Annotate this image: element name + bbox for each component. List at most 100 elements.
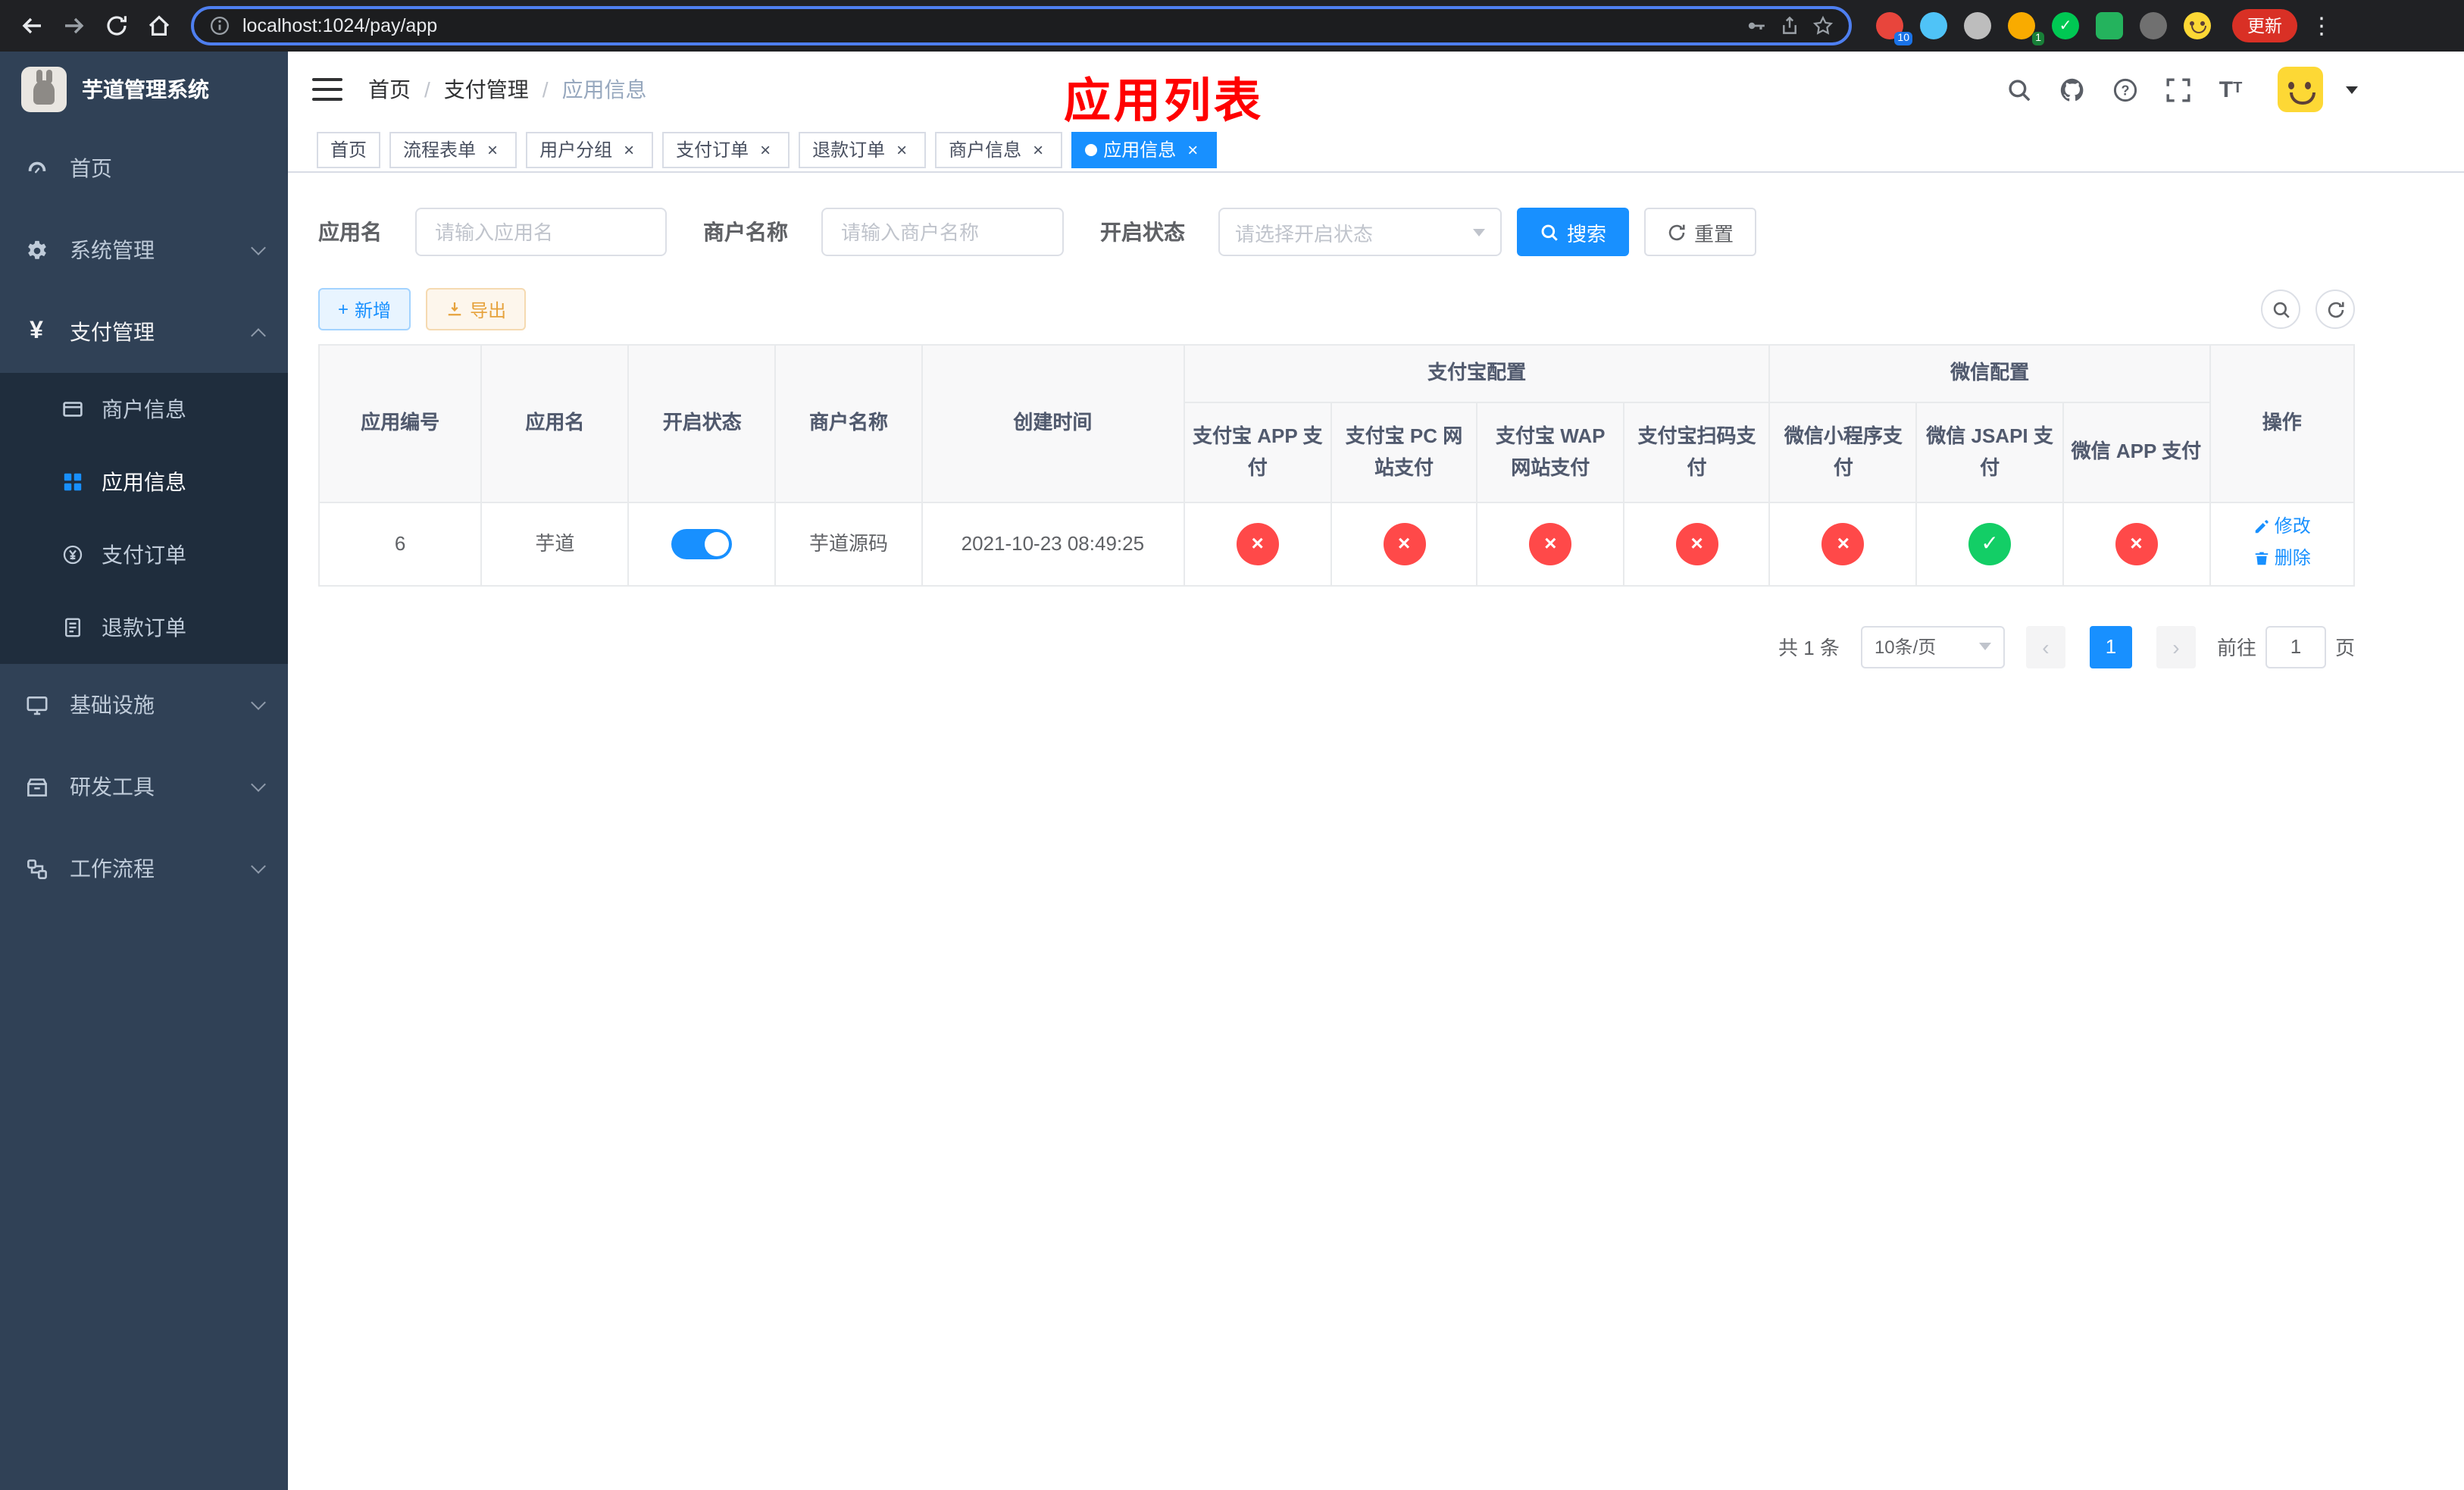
forward-icon[interactable] — [55, 6, 94, 45]
column-header: 支付宝扫码支付 — [1623, 402, 1771, 503]
page-size-select[interactable]: 10条/页 — [1860, 625, 2005, 668]
extension-emoji-icon[interactable] — [2184, 12, 2211, 39]
tab-home[interactable]: 首页 — [317, 131, 381, 167]
yen-icon: ¥ — [30, 318, 43, 344]
url-text: localhost:1024/pay/app — [242, 15, 438, 36]
extension-puzzle-icon[interactable] — [2140, 12, 2167, 39]
breadcrumb: 首页 / 支付管理 / 应用信息 — [368, 74, 647, 105]
fullscreen-icon[interactable] — [2162, 74, 2193, 105]
home-icon[interactable] — [139, 6, 179, 45]
search-icon[interactable] — [2003, 74, 2034, 105]
extension-check-icon[interactable]: ✓ — [2052, 12, 2079, 39]
address-bar[interactable]: localhost:1024/pay/app — [191, 6, 1852, 45]
goto-page-input[interactable] — [2265, 625, 2326, 668]
close-icon[interactable]: × — [1182, 139, 1203, 160]
sidebar-item-workflow[interactable]: 工作流程 — [0, 828, 288, 909]
export-button[interactable]: 导出 — [426, 288, 527, 330]
column-header: 微信 APP 支付 — [2062, 402, 2211, 503]
extension-icon[interactable] — [2096, 12, 2123, 39]
chevron-down-icon — [251, 777, 266, 792]
breadcrumb-payment[interactable]: 支付管理 — [444, 74, 529, 105]
close-icon[interactable]: × — [618, 139, 639, 160]
column-header: 应用名 — [480, 344, 630, 503]
tab-merchant-info[interactable]: 商户信息 × — [935, 131, 1063, 167]
toggle-search-button[interactable] — [2261, 290, 2300, 329]
share-icon[interactable] — [1779, 15, 1800, 36]
chevron-up-icon — [251, 327, 266, 343]
github-icon[interactable] — [2056, 74, 2087, 105]
tab-refund-orders[interactable]: 退款订单 × — [799, 131, 927, 167]
navbar-actions: ? TT — [2003, 67, 2358, 112]
refresh-table-button[interactable] — [2315, 290, 2355, 329]
app-name-input[interactable] — [415, 208, 667, 256]
close-icon[interactable]: × — [482, 139, 503, 160]
status-cross-icon: × — [1529, 522, 1572, 565]
help-icon[interactable]: ? — [2109, 74, 2140, 105]
close-icon[interactable]: × — [1027, 139, 1049, 160]
breadcrumb-home[interactable]: 首页 — [368, 74, 411, 105]
prev-page-button[interactable]: ‹ — [2025, 625, 2065, 668]
user-menu-caret-icon[interactable] — [2346, 86, 2358, 93]
dashboard-icon — [24, 156, 48, 180]
reload-icon[interactable] — [97, 6, 136, 45]
sidebar-item-infrastructure[interactable]: 基础设施 — [0, 664, 288, 746]
password-key-icon[interactable] — [1746, 15, 1767, 36]
extension-icon[interactable]: 10 — [1876, 12, 1912, 45]
extension-icon[interactable] — [1964, 12, 1991, 39]
merchant-name-input[interactable] — [821, 208, 1064, 256]
document-icon — [61, 616, 83, 639]
status-cross-icon: × — [1383, 522, 1425, 565]
status-select[interactable]: 请选择开启状态 — [1218, 208, 1502, 256]
extensions-area: 10 1 ✓ — [1876, 12, 2211, 45]
search-button[interactable]: 搜索 — [1517, 208, 1630, 256]
breadcrumb-current: 应用信息 — [561, 77, 647, 102]
sidebar-item-app-info[interactable]: 应用信息 — [0, 446, 288, 518]
monitor-icon — [24, 693, 48, 717]
delete-link[interactable]: 删除 — [2253, 544, 2311, 572]
sidebar-item-home[interactable]: 首页 — [0, 127, 288, 209]
tab-process-form[interactable]: 流程表单 × — [389, 131, 518, 167]
sidebar-item-dev-tools[interactable]: 研发工具 — [0, 746, 288, 828]
tab-app-info[interactable]: 应用信息 × — [1071, 131, 1218, 167]
goto-unit: 页 — [2334, 637, 2355, 660]
extension-icon[interactable] — [1920, 12, 1947, 39]
sidebar: 芋道管理系统 首页 系统管理 ¥ 支付管理 商户信息 应用信息 支付订单 退款订… — [0, 52, 288, 1490]
add-button[interactable]: + 新增 — [318, 288, 411, 330]
yen-circle-icon — [61, 543, 83, 566]
browser-menu-icon[interactable]: ⋮ — [2306, 12, 2337, 39]
tab-user-group[interactable]: 用户分组 × — [526, 131, 654, 167]
profile-avatar-icon[interactable]: 1 — [2008, 12, 2044, 45]
search-icon — [1541, 224, 1558, 240]
sidebar-item-system[interactable]: 系统管理 — [0, 209, 288, 291]
font-size-icon[interactable]: TT — [2215, 74, 2246, 105]
chrome-update-button[interactable]: 更新 — [2232, 9, 2297, 42]
status-toggle[interactable] — [671, 529, 733, 560]
sidebar-item-refund-orders[interactable]: 退款订单 — [0, 591, 288, 664]
next-page-button[interactable]: › — [2156, 625, 2196, 668]
info-icon[interactable] — [209, 15, 230, 36]
user-avatar[interactable] — [2278, 67, 2323, 112]
status-cross-icon: × — [1821, 522, 1865, 565]
back-icon[interactable] — [12, 6, 52, 45]
edit-link[interactable]: 修改 — [2253, 512, 2311, 540]
tab-pay-orders[interactable]: 支付订单 × — [662, 131, 790, 167]
close-icon[interactable]: × — [755, 139, 776, 160]
active-dot — [1085, 143, 1098, 155]
browser-toolbar: localhost:1024/pay/app 10 1 ✓ 更新 ⋮ — [0, 0, 2464, 52]
group-header-wechat: 微信配置 — [1768, 344, 2211, 403]
chevron-down-icon — [1473, 228, 1485, 236]
app-logo[interactable]: 芋道管理系统 — [0, 52, 288, 127]
grid-icon — [61, 471, 83, 493]
reset-button[interactable]: 重置 — [1644, 208, 1757, 256]
bookmark-star-icon[interactable] — [1812, 15, 1834, 36]
sidebar-item-label: 商户信息 — [102, 397, 186, 421]
sidebar-item-pay-orders[interactable]: 支付订单 — [0, 518, 288, 591]
collapse-sidebar-icon[interactable] — [312, 77, 342, 102]
status-check-icon: ✓ — [1968, 522, 2012, 565]
sidebar-item-payment[interactable]: ¥ 支付管理 — [0, 291, 288, 373]
column-header: 应用编号 — [317, 344, 483, 503]
status-cross-icon: × — [1236, 522, 1279, 565]
sidebar-item-merchant-info[interactable]: 商户信息 — [0, 373, 288, 446]
page-number-button[interactable]: 1 — [2089, 625, 2132, 668]
close-icon[interactable]: × — [891, 139, 912, 160]
